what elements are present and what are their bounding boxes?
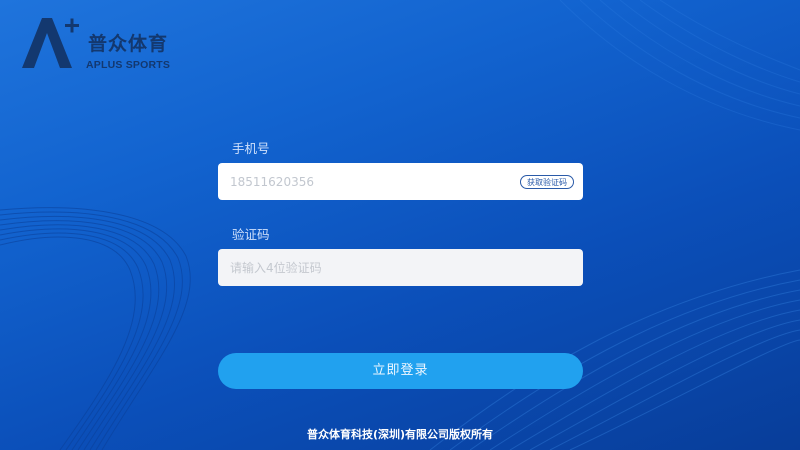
copyright-footer: 普众体育科技(深圳)有限公司版权所有 — [306, 428, 494, 441]
a-plus-logo-icon — [22, 18, 79, 68]
phone-input[interactable] — [230, 172, 500, 191]
phone-field: 获取验证码 — [218, 163, 583, 200]
brand-name-en: APLUS SPORTS — [86, 59, 171, 71]
phone-label: 手机号 — [232, 141, 270, 156]
verification-code-input[interactable] — [230, 258, 560, 277]
get-verification-code-button[interactable]: 获取验证码 — [520, 175, 574, 189]
verification-code-label: 验证码 — [232, 227, 270, 242]
login-button[interactable]: 立即登录 — [218, 353, 583, 389]
brand-name-cn: 普众体育 — [88, 33, 169, 55]
brand-logo: 普众体育 APLUS SPORTS — [20, 14, 190, 74]
login-screen: 普众体育 APLUS SPORTS 手机号 获取验证码 验证码 立即登录 普众体… — [0, 0, 800, 450]
verification-code-field — [218, 249, 583, 286]
